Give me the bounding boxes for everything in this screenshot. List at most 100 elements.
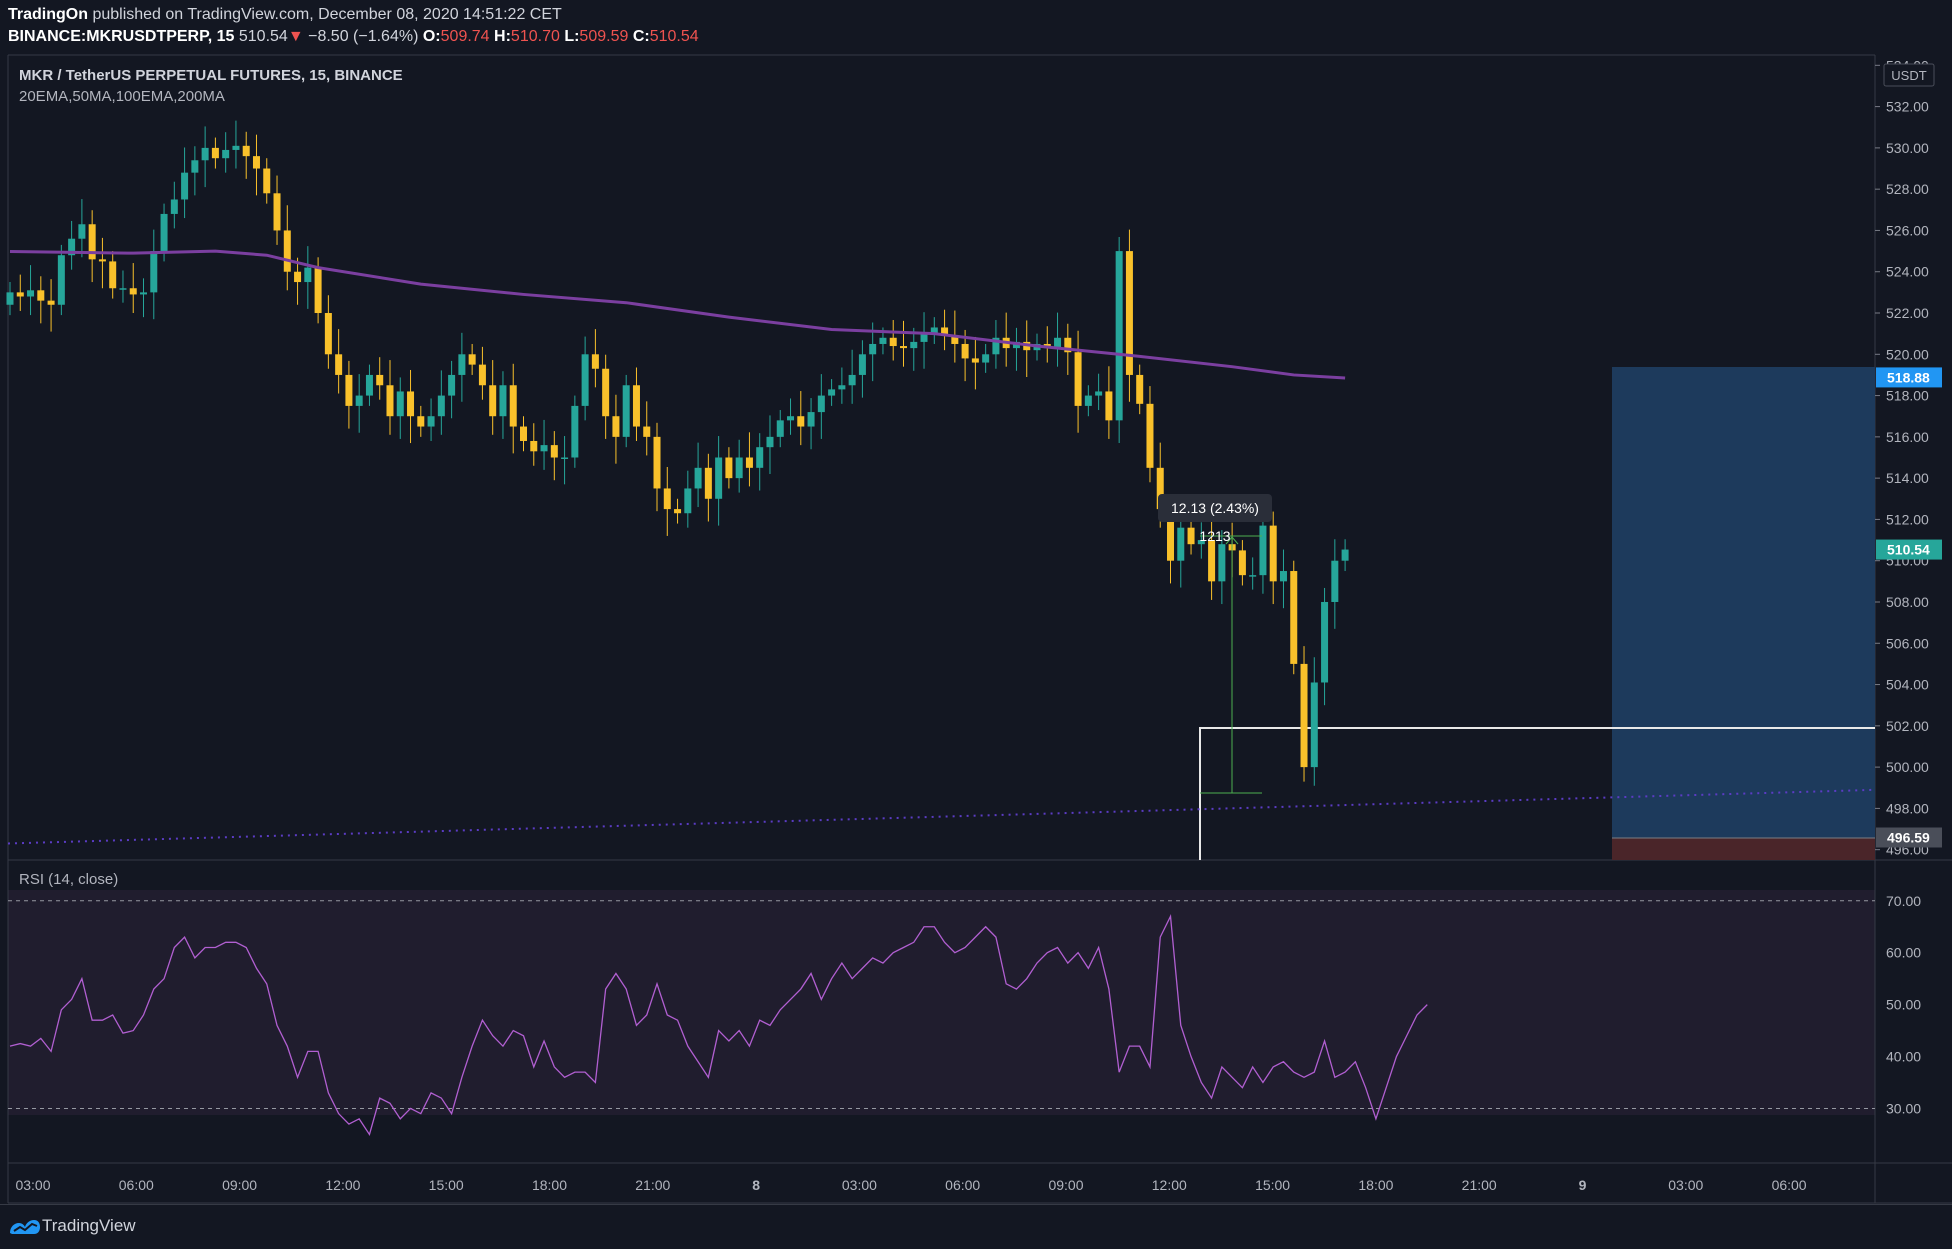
candle-body [468,354,476,365]
candle-body [160,213,168,252]
candle[interactable] [1300,646,1308,782]
candle-body [632,385,640,427]
candle-body [879,337,887,344]
candle-body [561,457,569,459]
rsi-tick-label: 30.00 [1886,1100,1921,1116]
price-tick-label: 524.00 [1886,264,1929,280]
candle[interactable] [57,244,65,316]
candle-body [1269,525,1277,582]
candle-body [889,337,897,347]
position-stop-zone[interactable] [1612,838,1875,860]
candle-body [550,445,558,458]
price-tick-label: 512.00 [1886,511,1929,527]
candle-body [581,354,589,406]
candle-body [643,426,651,437]
time-tick-label: 06:00 [945,1177,980,1193]
price-tick-label: 502.00 [1886,718,1929,734]
candle-body [365,374,373,396]
rsi-tick-label: 40.00 [1886,1049,1921,1065]
candle-body [386,385,394,417]
rsi-legend[interactable]: RSI (14, close) [19,871,118,888]
candle-body [1249,575,1257,577]
candle-body [1084,395,1092,406]
candle-body [838,385,846,390]
candle-body [427,416,435,427]
time-tick-label: 21:00 [1462,1177,1497,1193]
candle-body [283,230,291,272]
candle-body [704,467,712,499]
candle-body [407,391,415,417]
price-tick-label: 518.00 [1886,388,1929,404]
price-tick-label: 526.00 [1886,222,1929,238]
candle-body [191,160,199,173]
candle-body [961,343,969,359]
candle-body [499,385,507,417]
candle-body [294,271,302,283]
candle-body [1279,571,1287,582]
time-tick-label: 21:00 [635,1177,670,1193]
indicator-legend[interactable]: 20EMA,50MA,100EMA,200MA [19,88,225,105]
rsi-tick-label: 70.00 [1886,893,1921,909]
candle-body [612,416,620,437]
price-tick-label: 532.00 [1886,99,1929,115]
time-tick-label: 03:00 [1668,1177,1703,1193]
candle[interactable] [1290,560,1298,675]
candle-body [201,147,209,161]
candle-body [1105,391,1113,421]
candle-body [37,290,45,301]
candle-body [78,224,86,239]
candle-body [848,374,856,386]
tradingview-logo-icon[interactable] [8,1217,42,1237]
candle-body [1331,560,1339,602]
target-price-label: 518.88 [1887,369,1930,385]
candle-body [1341,549,1349,561]
footer: TradingView [0,1204,1952,1249]
candle-body [694,467,702,489]
candle-body [396,391,404,417]
candle-body [417,416,425,427]
candle-body [1177,527,1185,561]
candle-body [16,292,24,297]
tradingview-brand[interactable]: TradingView [42,1216,136,1236]
time-tick-label: 15:00 [1255,1177,1290,1193]
symbol-legend[interactable]: MKR / TetherUS PERPETUAL FUTURES, 15, BI… [19,67,403,84]
price-tick-label: 522.00 [1886,305,1929,321]
rsi-tick-label: 60.00 [1886,945,1921,961]
candle-body [899,346,907,349]
candle-body [1095,391,1103,396]
candle-body [314,267,322,314]
chart-canvas[interactable]: 534.00532.00530.00528.00526.00524.00522.… [0,0,1952,1204]
rsi-band [8,890,1875,1115]
candle-body [653,436,661,489]
candle-body [489,385,497,417]
candle-body [57,255,65,305]
candle-body [47,300,55,305]
candle-body [222,149,230,159]
price-pane[interactable] [8,55,1875,860]
price-tick-label: 528.00 [1886,181,1929,197]
candle-body [242,145,250,157]
time-tick-label: 8 [752,1177,760,1193]
candle-body [1187,527,1195,545]
candle-body [98,259,106,262]
candle[interactable] [1115,237,1123,444]
time-tick-label: 9 [1579,1177,1587,1193]
candle-body [335,354,343,375]
time-tick-label: 18:00 [532,1177,567,1193]
time-tick-label: 12:00 [1152,1177,1187,1193]
candle-body [345,374,353,406]
candle-body [530,440,538,452]
position-target-zone[interactable] [1612,367,1875,838]
candle-body [982,354,990,363]
candle-body [1238,550,1246,576]
candle-body [920,333,928,342]
candle-body [211,147,219,159]
candle-body [807,412,815,427]
candle-body [869,343,877,355]
candle[interactable] [571,395,579,468]
candle-body [663,488,671,510]
candle-body [6,292,14,305]
candle[interactable] [622,374,630,448]
candle-body [448,374,456,396]
price-tick-label: 530.00 [1886,140,1929,156]
